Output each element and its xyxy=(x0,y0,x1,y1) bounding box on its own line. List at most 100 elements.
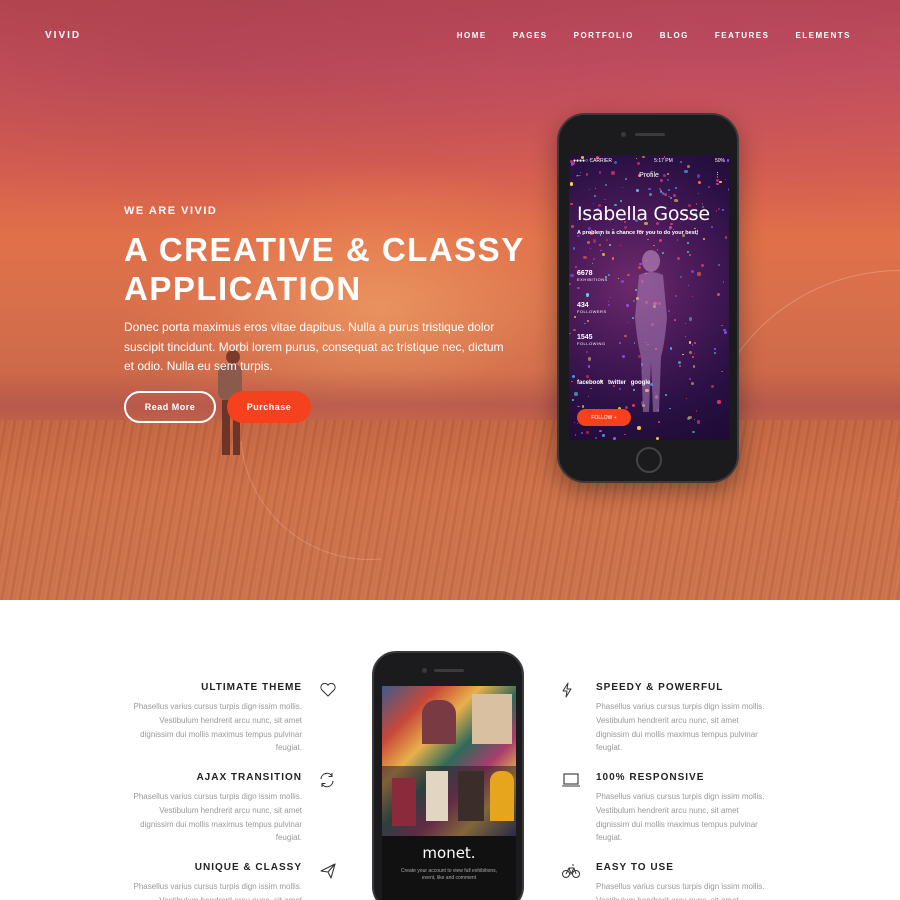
glitter-speck xyxy=(717,293,720,296)
glitter-speck xyxy=(684,335,687,338)
glitter-speck xyxy=(573,315,576,318)
glitter-speck xyxy=(676,239,679,241)
glitter-speck xyxy=(720,324,723,327)
status-battery: 50% xyxy=(714,158,725,164)
glitter-speck xyxy=(694,342,696,345)
stat-exhibitions: 6678 EXHIBITIONS xyxy=(577,270,608,282)
nav-home[interactable]: HOME xyxy=(457,31,487,40)
glitter-speck xyxy=(648,187,651,191)
glitter-speck xyxy=(586,375,590,379)
phone-camera xyxy=(621,132,626,137)
glitter-speck xyxy=(684,322,687,324)
glitter-speck xyxy=(571,375,575,379)
glitter-speck xyxy=(686,165,690,169)
refresh-icon xyxy=(320,772,334,788)
glitter-speck xyxy=(587,357,592,361)
hero-eyebrow: WE ARE VIVID xyxy=(124,205,218,217)
nav-features[interactable]: FEATURES xyxy=(715,31,770,40)
glitter-speck xyxy=(711,384,715,389)
glitter-speck xyxy=(570,203,573,206)
social-twitter[interactable]: twitter xyxy=(608,380,626,386)
nav-elements[interactable]: ELEMENTS xyxy=(795,31,851,40)
glitter-speck xyxy=(585,293,590,297)
glitter-speck xyxy=(574,434,576,436)
follow-button[interactable]: FOLLOW + xyxy=(577,409,631,426)
glitter-speck xyxy=(617,278,620,280)
site-logo[interactable]: VIVID xyxy=(45,30,81,41)
phone-home-button xyxy=(636,447,662,473)
glitter-speck xyxy=(696,420,701,424)
feature-title-responsive: 100% RESPONSIVE xyxy=(596,772,705,783)
main-menu: HOME PAGES PORTFOLIO BLOG FEATURES ELEME… xyxy=(431,31,851,40)
profile-name: Isabella Gosse xyxy=(577,203,710,225)
glitter-speck xyxy=(571,380,573,382)
glitter-speck xyxy=(674,186,678,190)
glitter-speck xyxy=(604,198,606,200)
glitter-speck xyxy=(722,281,725,283)
glitter-speck xyxy=(692,430,695,434)
glitter-speck xyxy=(599,244,601,246)
glitter-speck xyxy=(687,242,689,244)
read-more-button[interactable]: Read More xyxy=(124,391,216,423)
hero-section: VIVID HOME PAGES PORTFOLIO BLOG FEATURES… xyxy=(0,0,900,600)
glitter-speck xyxy=(581,432,584,435)
feature-title-ultimate-theme: ULTIMATE THEME xyxy=(201,682,302,693)
social-facebook[interactable]: facebook xyxy=(577,380,603,386)
glitter-speck xyxy=(695,410,698,412)
glitter-speck xyxy=(608,243,611,246)
profile-screen: ●●●●○ CARRIER 5:17 PM 50% ← Profile ⋮ Is… xyxy=(569,155,729,440)
glitter-speck xyxy=(653,244,655,247)
social-google[interactable]: google xyxy=(631,380,651,386)
glitter-speck xyxy=(611,257,615,261)
glitter-speck xyxy=(636,189,639,192)
glitter-speck xyxy=(691,295,693,297)
nav-blog[interactable]: BLOG xyxy=(660,31,689,40)
glitter-speck xyxy=(592,257,595,260)
feature-text: Phasellus varius cursus turpis dign issi… xyxy=(596,792,765,843)
more-options-icon[interactable]: ⋮ xyxy=(714,171,721,179)
glitter-speck xyxy=(577,286,580,290)
glitter-speck xyxy=(716,182,719,186)
purchase-button[interactable]: Purchase xyxy=(227,391,311,423)
nav-pages[interactable]: PAGES xyxy=(513,31,548,40)
feature-text: Phasellus varius cursus turpis dign issi… xyxy=(133,882,303,900)
glitter-speck xyxy=(717,400,721,404)
glitter-speck xyxy=(573,328,576,332)
glitter-speck xyxy=(691,356,695,359)
glitter-speck xyxy=(693,418,695,420)
glitter-speck xyxy=(602,433,605,437)
statue-figure xyxy=(635,250,667,412)
social-links: facebook twitter google xyxy=(577,380,653,386)
glitter-speck xyxy=(649,193,653,197)
glitter-speck xyxy=(673,193,677,197)
glitter-speck xyxy=(574,265,577,269)
glitter-speck xyxy=(619,244,621,246)
glitter-speck xyxy=(621,187,623,189)
glitter-speck xyxy=(657,421,660,424)
glitter-speck xyxy=(647,238,649,241)
glitter-speck xyxy=(593,239,597,243)
glitter-speck xyxy=(569,182,574,186)
glitter-speck xyxy=(656,437,660,440)
glitter-speck xyxy=(569,283,571,286)
glitter-speck xyxy=(698,180,702,184)
glitter-speck xyxy=(587,320,590,323)
profile-tagline: A problem is a chance for you to do your… xyxy=(577,230,699,236)
phone-speaker xyxy=(434,669,464,672)
glitter-speck xyxy=(689,377,692,380)
glitter-speck xyxy=(727,159,729,162)
nav-portfolio[interactable]: PORTFOLIO xyxy=(574,31,634,40)
app-screen: monet. Create your account to view full … xyxy=(382,686,516,900)
glitter-speck xyxy=(703,238,705,240)
lightning-icon xyxy=(562,682,572,698)
glitter-speck xyxy=(620,200,623,203)
glitter-speck xyxy=(574,392,578,396)
hero-phone-mockup: ●●●●○ CARRIER 5:17 PM 50% ← Profile ⋮ Is… xyxy=(557,113,739,483)
feature-title-easy-to-use: EASY TO USE xyxy=(596,862,674,873)
feature-title-ajax-transition: AJAX TRANSITION xyxy=(196,772,302,783)
glitter-speck xyxy=(587,364,591,368)
glitter-speck xyxy=(604,183,608,187)
feature-text: Phasellus varius cursus turpis dign issi… xyxy=(596,882,765,900)
glitter-speck xyxy=(584,323,586,325)
glitter-speck xyxy=(569,332,571,335)
